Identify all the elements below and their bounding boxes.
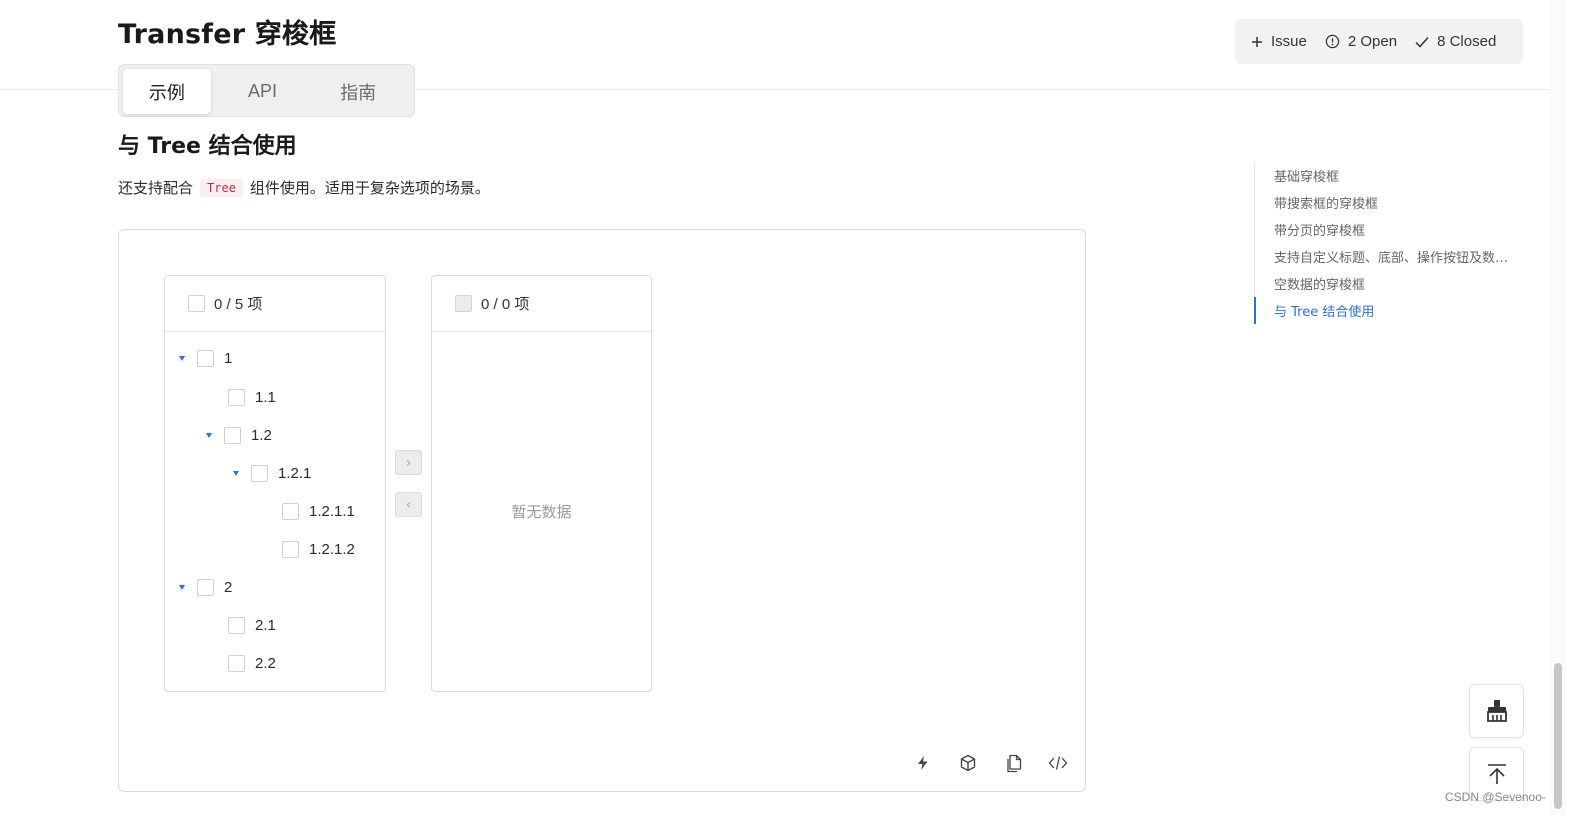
tab-examples[interactable]: 示例 bbox=[123, 69, 211, 114]
tree-node-label: 1.2 bbox=[251, 426, 272, 444]
tree-node[interactable]: 1 bbox=[179, 346, 232, 370]
tree-node-label: 1.1 bbox=[255, 388, 276, 406]
tree-node-checkbox[interactable] bbox=[224, 426, 241, 444]
source-select-all-checkbox[interactable] bbox=[188, 295, 205, 312]
tree-node-checkbox[interactable] bbox=[228, 654, 245, 672]
tree-node-label: 1.2.1.2 bbox=[309, 540, 355, 558]
tree-node-label: 2.1 bbox=[255, 616, 276, 634]
tree-node-label: 1 bbox=[224, 349, 233, 367]
tree-node-checkbox[interactable] bbox=[282, 540, 299, 558]
source-panel-header: 0 / 5 项 bbox=[165, 276, 385, 332]
tree-node-checkbox[interactable] bbox=[282, 502, 299, 520]
tree-node[interactable]: 1.2 bbox=[206, 423, 272, 447]
code-icon[interactable] bbox=[1047, 752, 1069, 774]
section-description: 还支持配合 Tree 组件使用。适用于复杂选项的场景。 bbox=[118, 177, 490, 198]
tree-node[interactable]: 2.1 bbox=[228, 613, 276, 637]
closed-issues-label: 8 Closed bbox=[1437, 33, 1497, 50]
tree-node-label: 2 bbox=[224, 578, 233, 596]
info-circle-icon bbox=[1325, 34, 1340, 49]
demo-actions bbox=[912, 752, 1092, 774]
toc-item-empty[interactable]: 空数据的穿梭框 bbox=[1255, 270, 1520, 297]
empty-data-text: 暂无数据 bbox=[511, 503, 572, 521]
move-to-left-button[interactable]: ‹ bbox=[395, 492, 422, 517]
transfer-target-panel: 0 / 0 项 暂无数据 bbox=[431, 275, 652, 692]
target-count-label: 0 / 0 项 bbox=[481, 296, 530, 313]
target-panel-header: 0 / 0 项 bbox=[432, 276, 651, 332]
toc-item-basic[interactable]: 基础穿梭框 bbox=[1255, 162, 1520, 189]
toc-item-pagination[interactable]: 带分页的穿梭框 bbox=[1255, 216, 1520, 243]
tree-node[interactable]: 1.2.1 bbox=[233, 461, 311, 485]
tree-node-checkbox[interactable] bbox=[228, 616, 245, 634]
tree-node-label: 2.2 bbox=[255, 654, 276, 672]
open-issues-label: 2 Open bbox=[1347, 33, 1398, 50]
plus-icon bbox=[1252, 36, 1262, 47]
issue-bar: Issue 2 Open 8 Closed bbox=[1235, 19, 1523, 64]
cube-icon[interactable] bbox=[957, 752, 979, 774]
chevron-right-icon: › bbox=[405, 454, 412, 471]
new-issue-label: Issue bbox=[1271, 33, 1307, 50]
caret-down-icon[interactable] bbox=[179, 584, 185, 590]
caret-down-icon[interactable] bbox=[179, 355, 185, 361]
doc-tabs: 示例 API 指南 bbox=[118, 64, 415, 117]
tree-node[interactable]: 1.1 bbox=[228, 385, 276, 409]
desc-text-before: 还支持配合 bbox=[118, 179, 194, 197]
open-issues-link[interactable]: 2 Open bbox=[1325, 33, 1397, 50]
toc-item-custom[interactable]: 支持自定义标题、底部、操作按钮及数… bbox=[1255, 243, 1520, 270]
caret-down-icon[interactable] bbox=[206, 432, 212, 438]
tree-node-label: 1.2.1.1 bbox=[309, 502, 355, 520]
toc-item-tree[interactable]: 与 Tree 结合使用 bbox=[1254, 297, 1519, 324]
tab-guide[interactable]: 指南 bbox=[314, 69, 402, 114]
section-title: 与 Tree 结合使用 bbox=[118, 134, 297, 159]
tree-node[interactable]: 2.2 bbox=[228, 651, 276, 675]
tab-api[interactable]: API bbox=[219, 69, 307, 114]
inline-code-tree: Tree bbox=[200, 178, 243, 197]
caret-down-icon[interactable] bbox=[233, 470, 239, 476]
back-to-top-icon bbox=[1487, 764, 1506, 784]
table-of-contents: 基础穿梭框 带搜索框的穿梭框 带分页的穿梭框 支持自定义标题、底部、操作按钮及数… bbox=[1254, 162, 1520, 324]
chevron-left-icon: ‹ bbox=[405, 496, 412, 513]
copy-icon[interactable] bbox=[1002, 752, 1024, 774]
tree-node[interactable]: 1.2.1.1 bbox=[282, 499, 355, 523]
tree-node[interactable]: 1.2.1.2 bbox=[282, 537, 355, 561]
brush-icon bbox=[1486, 700, 1507, 722]
page-scrollbar-thumb[interactable] bbox=[1554, 663, 1562, 809]
check-icon bbox=[1415, 36, 1429, 48]
tree-node[interactable]: 2 bbox=[179, 575, 232, 599]
desc-text-after: 组件使用。适用于复杂选项的场景。 bbox=[249, 179, 490, 197]
theme-brush-button[interactable] bbox=[1469, 684, 1524, 738]
closed-issues-link[interactable]: 8 Closed bbox=[1415, 33, 1496, 50]
tree-node-checkbox[interactable] bbox=[197, 349, 214, 367]
tree-node-label: 1.2.1 bbox=[278, 464, 312, 482]
tree-node-checkbox[interactable] bbox=[228, 388, 245, 406]
tree-node-checkbox[interactable] bbox=[197, 578, 214, 596]
watermark: CSDN @Sevenoo- bbox=[1445, 790, 1546, 804]
source-count-label: 0 / 5 项 bbox=[214, 296, 263, 313]
tree-node-checkbox[interactable] bbox=[251, 464, 268, 482]
lightning-icon[interactable] bbox=[912, 752, 934, 774]
toc-item-search[interactable]: 带搜索框的穿梭框 bbox=[1255, 189, 1520, 216]
new-issue-button[interactable]: Issue bbox=[1251, 33, 1307, 50]
target-select-all-checkbox[interactable] bbox=[455, 295, 472, 312]
move-to-right-button[interactable]: › bbox=[395, 450, 422, 475]
page-title: Transfer 穿梭框 bbox=[118, 19, 337, 50]
